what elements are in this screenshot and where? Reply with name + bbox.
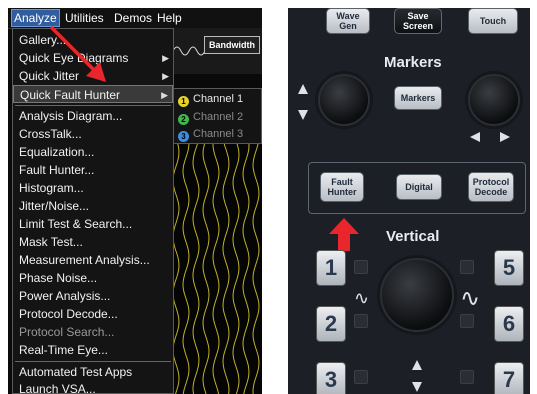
menu-item-analysis-diagram[interactable]: Analysis Diagram... (13, 107, 173, 125)
channel-6-led (460, 314, 474, 328)
menu-help[interactable]: Help (155, 10, 184, 26)
submenu-item-channel-3[interactable]: 3 Channel 3 (178, 126, 243, 143)
channel-3-icon: 3 (178, 131, 189, 142)
waveform-display (170, 138, 262, 394)
channel-2-key[interactable]: 2 (316, 306, 346, 342)
waveform-trace (252, 138, 260, 394)
submenu-item-channel-1[interactable]: 1 Channel 1 (178, 91, 243, 108)
marker-knob-left[interactable] (318, 74, 370, 126)
waveform-trace (242, 138, 250, 394)
submenu-arrow-icon: ▶ (161, 90, 168, 100)
annotation-arrow-icon (49, 25, 106, 82)
channel-7-led (460, 370, 474, 384)
menu-divider (15, 361, 171, 362)
menu-item-fault-hunter[interactable]: Fault Hunter... (13, 161, 173, 179)
menu-item-label: CrossTalk... (19, 127, 82, 141)
digital-button[interactable]: Digital (396, 174, 442, 200)
menu-item-label: Protocol Search... (19, 325, 115, 339)
waveform-trace (222, 138, 230, 394)
menu-item-power-analysis[interactable]: Power Analysis... (13, 287, 173, 305)
menu-item-histogram[interactable]: Histogram... (13, 179, 173, 197)
channel-1-icon: 1 (178, 96, 189, 107)
channel-label: Channel 1 (193, 93, 244, 105)
marker-knob-right[interactable] (468, 74, 520, 126)
fault-hunter-button[interactable]: Fault Hunter (320, 172, 364, 202)
waveform-icon (172, 46, 206, 56)
menu-item-label: Jitter/Noise... (19, 199, 90, 213)
menu-item-label: Equalization... (19, 145, 95, 159)
channel-5-led (460, 260, 474, 274)
menu-item-jitter-noise[interactable]: Jitter/Noise... (13, 197, 173, 215)
scope-software-screenshot: Analyze Utilities Demos Help Bandwidth G… (8, 8, 262, 394)
menu-item-equalization[interactable]: Equalization... (13, 143, 173, 161)
menu-item-label: Real-Time Eye... (19, 343, 108, 357)
waveform-trace (182, 138, 190, 394)
menu-item-label: Quick Fault Hunter (20, 88, 121, 102)
waveform-trace (202, 138, 210, 394)
channel-7-key[interactable]: 7 (494, 362, 524, 394)
menu-demos[interactable]: Demos (112, 10, 154, 26)
up-down-arrows-icon (298, 84, 308, 120)
menu-item-protocol-decode[interactable]: Protocol Decode... (13, 305, 173, 323)
menu-item-measurement-analysis[interactable]: Measurement Analysis... (13, 251, 173, 269)
menu-item-quick-fault-hunter[interactable]: Quick Fault Hunter ▶ (13, 85, 173, 103)
markers-section-title: Markers (384, 54, 442, 71)
bandwidth-button[interactable]: Bandwidth (204, 36, 260, 54)
menu-item-label: Mask Test... (19, 235, 83, 249)
channel-3-key[interactable]: 3 (316, 362, 346, 394)
menu-item-crosstalk[interactable]: CrossTalk... (13, 125, 173, 143)
channel-label: Channel 3 (193, 128, 244, 140)
vertical-section-title: Vertical (386, 228, 440, 245)
wave-gen-button[interactable]: Wave Gen (326, 8, 370, 34)
fault-hunter-channel-submenu: 1 Channel 1 2 Channel 2 3 Channel 3 (173, 88, 262, 144)
menu-item-real-time-eye[interactable]: Real-Time Eye... (13, 341, 173, 359)
channel-2-led (354, 314, 368, 328)
menu-divider (15, 105, 171, 106)
channel-6-key[interactable]: 6 (494, 306, 524, 342)
scope-front-panel-photo: Wave Gen Save Screen Touch Markers Marke… (288, 8, 530, 394)
menu-item-label: Phase Noise... (19, 271, 98, 285)
vertical-scale-knob[interactable] (380, 258, 454, 332)
menu-item-label: Power Analysis... (19, 289, 111, 303)
protocol-decode-button[interactable]: Protocol Decode (468, 172, 514, 202)
menu-item-phase-noise[interactable]: Phase Noise... (13, 269, 173, 287)
channel-1-key[interactable]: 1 (316, 250, 346, 286)
channel-5-key[interactable]: 5 (494, 250, 524, 286)
channel-label: Channel 2 (193, 111, 244, 123)
menu-bar: Analyze Utilities Demos Help (8, 8, 262, 29)
menu-item-label: Limit Test & Search... (19, 217, 133, 231)
waveform-trace (212, 138, 220, 394)
touch-button[interactable]: Touch (468, 8, 518, 34)
annotation-up-arrow-icon (329, 218, 359, 251)
menu-item-limit-test-search[interactable]: Limit Test & Search... (13, 215, 173, 233)
menu-item-label: Fault Hunter... (19, 163, 95, 177)
submenu-arrow-icon: ▶ (162, 71, 169, 81)
left-right-arrows-icon (470, 132, 510, 142)
channel-1-led (354, 260, 368, 274)
waveform-small-icon: ∿ (354, 288, 370, 308)
menu-item-mask-test[interactable]: Mask Test... (13, 233, 173, 251)
up-down-arrows-icon (412, 360, 422, 392)
markers-button[interactable]: Markers (394, 86, 442, 110)
menu-item-protocol-search: Protocol Search... (13, 323, 173, 341)
submenu-item-channel-2[interactable]: 2 Channel 2 (178, 109, 243, 126)
save-screen-button[interactable]: Save Screen (394, 8, 442, 34)
waveform-trace (232, 138, 240, 394)
menu-item-automated-test-apps[interactable]: Automated Test Apps (13, 363, 173, 381)
menu-item-label: Histogram... (19, 181, 84, 195)
menu-item-label: Automated Test Apps (19, 365, 133, 379)
waveform-trace (192, 138, 200, 394)
menu-item-label: Measurement Analysis... (19, 253, 150, 267)
channel-3-led (354, 370, 368, 384)
menu-item-label: Launch VSA... (19, 382, 96, 394)
submenu-arrow-icon: ▶ (162, 53, 169, 63)
channel-2-icon: 2 (178, 114, 189, 125)
waveform-large-icon: ∿ (460, 285, 481, 312)
menu-item-label: Analysis Diagram... (19, 109, 123, 123)
menu-item-launch-vsa[interactable]: Launch VSA... (13, 380, 173, 394)
menu-item-label: Protocol Decode... (19, 307, 118, 321)
